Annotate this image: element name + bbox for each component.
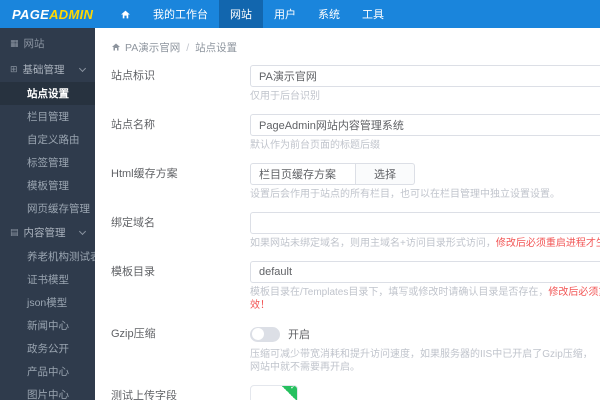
sidebar: ▦ 网站 ⊞ 基础管理站点设置 栏目管理 自定义路由 标签管理 模板管理 网页缓存管理 ▤ 内容… — [0, 28, 95, 400]
gzip-help: 压缩可减少带宽消耗和提升访问速度，如果服务器的IIS中已开启了Gzip压缩，网站… — [250, 349, 593, 373]
template-dir-help: 模板目录在/Templates目录下，填写或修改时请确认目录是否存在，修改后必须… — [250, 286, 600, 312]
site-name-label: 站点名称 — [111, 119, 155, 131]
bind-domain-help: 如果网站未绑定域名，则用主域名+访问目录形式访问，修改后必须重启进程才生效！ — [250, 237, 600, 250]
sidebar-item-1-6[interactable]: 网页缓存管理 — [0, 197, 95, 220]
site-name-help: 默认作为前台页面的标题后缀 — [250, 140, 380, 151]
top-navbar: PAGE ADMIN 我的工作台 网站 用户 系统 工具 — [0, 0, 600, 28]
sidebar-item-1-2[interactable]: 栏目管理 — [0, 105, 95, 128]
chevron-down-icon — [78, 227, 87, 236]
breadcrumb-current: 站点设置 — [195, 42, 238, 54]
breadcrumb-root[interactable]: PA演示官网 — [125, 40, 180, 55]
sidebar-item-1-5[interactable]: 模板管理 — [0, 174, 95, 197]
sidebar-item-2-7[interactable]: 图片中心 — [0, 383, 95, 400]
nav-item-1[interactable]: 我的工作台 — [142, 0, 219, 28]
sidebar-item-2-1[interactable]: 养老机构测试表 — [0, 245, 95, 268]
main-content: PA演示官网 / 站点设置 站点标识 仅用于后台识别 站点名称 默认作为前台页面… — [95, 28, 600, 400]
breadcrumb-separator: / — [186, 41, 190, 54]
sidebar-item-2-3[interactable]: json模型 — [0, 291, 95, 314]
bind-domain-label: 绑定域名 — [111, 217, 155, 229]
template-dir-help-text: 模板目录在/Templates目录下，填写或修改时请确认目录是否存在， — [250, 287, 549, 298]
choose-button[interactable]: 选择 — [356, 163, 415, 185]
site-flag-label: 站点标识 — [111, 70, 155, 82]
check-badge-icon: ✓ — [282, 386, 297, 400]
test-upload-label: 测试上传字段 — [111, 390, 177, 400]
form-row-template-dir: 模板目录 模板目录在/Templates目录下，填写或修改时请确认目录是否存在，… — [111, 261, 600, 317]
logo-text-admin: ADMIN — [49, 6, 94, 22]
logo-text-page: PAGE — [12, 6, 50, 22]
bind-domain-input[interactable] — [250, 212, 600, 234]
sidebar-item-1-3[interactable]: 自定义路由 — [0, 128, 95, 151]
sidebar-group-label: 基础管理 — [22, 64, 65, 76]
site-flag-help: 仅用于后台识别 — [250, 91, 320, 102]
html-cache-help: 设置后会作用于站点的所有栏目，也可以在栏目管理中独立设置设置。 — [250, 189, 560, 200]
template-dir-input[interactable] — [250, 261, 600, 283]
home-icon — [120, 9, 131, 20]
sidebar-item-2-4[interactable]: 新闻中心 — [0, 314, 95, 337]
sidebar-group-1[interactable]: ⊞ 基础管理 — [0, 57, 95, 82]
logo-upload-thumbnail[interactable]: LOGO 网站建设专业品牌 ✓ — [250, 385, 298, 400]
sidebar-item-2-2[interactable]: 证书模型 — [0, 268, 95, 291]
sidebar-section-title: ▦ 网站 — [0, 28, 95, 57]
gzip-toggle[interactable] — [250, 326, 280, 342]
grid-icon: ⊞ — [10, 64, 18, 74]
form-row-bind-domain: 绑定域名 如果网站未绑定域名，则用主域名+访问目录形式访问，修改后必须重启进程才… — [111, 212, 600, 255]
nav-item-2[interactable]: 网站 — [219, 0, 263, 28]
nav-item-5[interactable]: 工具 — [351, 0, 395, 28]
site-name-input[interactable] — [250, 114, 600, 136]
home-nav-button[interactable] — [109, 0, 142, 28]
html-cache-label: Html缓存方案 — [111, 168, 178, 180]
bind-domain-help-warning: 修改后必须重启进程才生效！ — [495, 238, 600, 249]
site-flag-input[interactable] — [250, 65, 600, 87]
nav-item-3[interactable]: 用户 — [263, 0, 307, 28]
pageadmin-logo: PAGE ADMIN — [0, 0, 95, 28]
sidebar-item-2-5[interactable]: 政务公开 — [0, 337, 95, 360]
sidebar-menu: ⊞ 基础管理站点设置 栏目管理 自定义路由 标签管理 模板管理 网页缓存管理 ▤ 内容管理养老机… — [0, 57, 95, 400]
html-cache-input[interactable] — [250, 163, 356, 185]
template-dir-label: 模板目录 — [111, 266, 155, 278]
gzip-label: Gzip压缩 — [111, 328, 156, 340]
chevron-down-icon — [78, 64, 87, 73]
form-row-site-flag: 站点标识 仅用于后台识别 — [111, 65, 600, 108]
toggle-knob-icon — [252, 328, 264, 340]
form-row-html-cache: Html缓存方案 选择 设置后会作用于站点的所有栏目，也可以在栏目管理中独立设置… — [111, 163, 600, 206]
breadcrumb: PA演示官网 / 站点设置 — [111, 40, 600, 55]
sidebar-item-1-1[interactable]: 站点设置 — [0, 82, 95, 105]
nav-item-4[interactable]: 系统 — [307, 0, 351, 28]
sidebar-group-2[interactable]: ▤ 内容管理 — [0, 220, 95, 245]
form-row-site-name: 站点名称 默认作为前台页面的标题后缀 — [111, 114, 600, 157]
sidebar-group-label: 内容管理 — [23, 227, 66, 239]
navbar-menu: 我的工作台 网站 用户 系统 工具 — [109, 0, 395, 28]
sidebar-section-label: 网站 — [23, 38, 45, 50]
form-row-test-upload: 测试上传字段 LOGO 网站建设专业品牌 ✓ — [111, 385, 600, 400]
sidebar-item-1-4[interactable]: 标签管理 — [0, 151, 95, 174]
bind-domain-help-text: 如果网站未绑定域名，则用主域名+访问目录形式访问， — [250, 238, 496, 249]
sidebar-item-2-6[interactable]: 产品中心 — [0, 360, 95, 383]
home-icon-breadcrumb — [111, 43, 121, 52]
document-icon: ▤ — [10, 227, 19, 237]
menu-icon: ▦ — [10, 38, 19, 48]
gzip-toggle-label: 开启 — [288, 329, 310, 341]
form-row-gzip: Gzip压缩 开启 压缩可减少带宽消耗和提升访问速度，如果服务器的IIS中已开启… — [111, 323, 600, 379]
